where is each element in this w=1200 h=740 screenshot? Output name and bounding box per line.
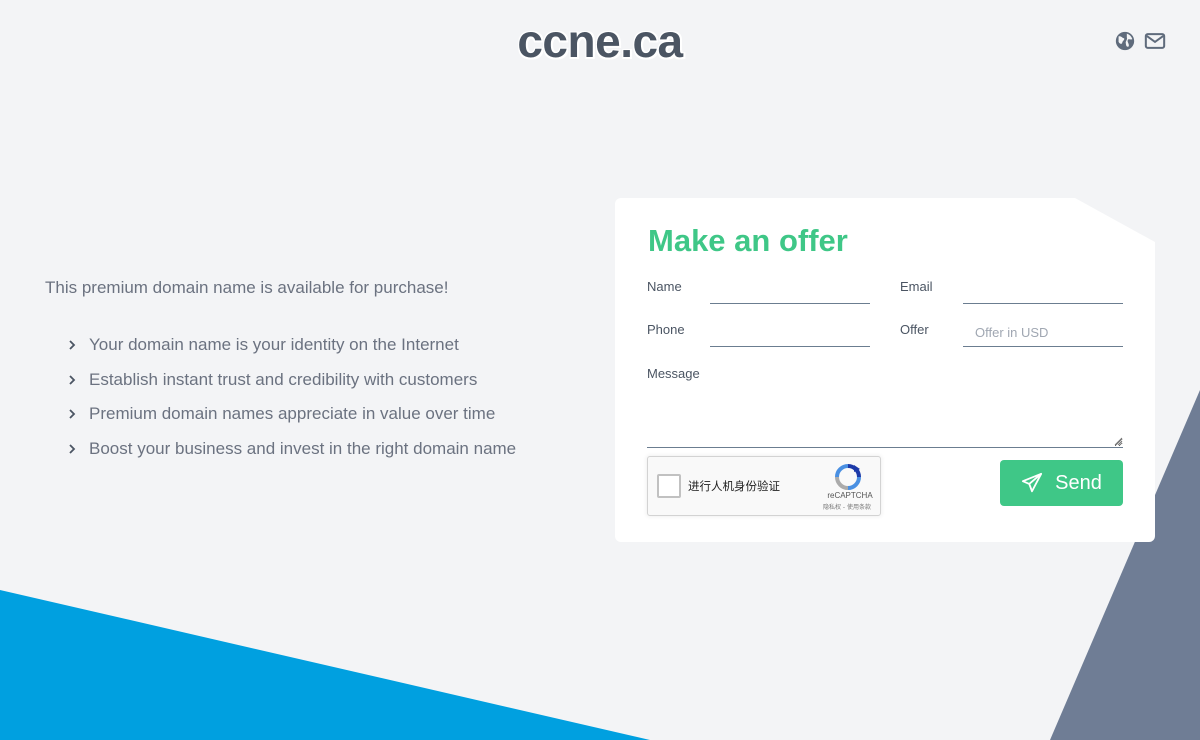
chevron-right-icon bbox=[69, 444, 76, 454]
recaptcha-logo-icon bbox=[835, 464, 861, 490]
offer-form-card: Make an offer Name Email Phone Offer Mes… bbox=[615, 198, 1155, 542]
recaptcha-widget: 进行人机身份验证 reCAPTCHA 隐私权 - 使用条款 bbox=[647, 456, 881, 516]
offer-label: Offer bbox=[900, 322, 929, 337]
feature-text: Boost your business and invest in the ri… bbox=[89, 438, 517, 458]
email-label: Email bbox=[900, 279, 933, 294]
email-input[interactable] bbox=[963, 276, 1123, 304]
feature-item: Boost your business and invest in the ri… bbox=[66, 432, 516, 467]
recaptcha-privacy-terms-links[interactable]: 隐私权 - 使用条款 bbox=[816, 502, 878, 511]
feature-list: Your domain name is your identity on the… bbox=[66, 328, 516, 466]
message-textarea[interactable] bbox=[647, 393, 1123, 448]
header-icons bbox=[1114, 30, 1166, 52]
recaptcha-label: 进行人机身份验证 bbox=[688, 479, 780, 493]
feature-text: Establish instant trust and credibility … bbox=[89, 369, 478, 389]
email-envelope-icon[interactable] bbox=[1144, 30, 1166, 52]
feature-item: Your domain name is your identity on the… bbox=[66, 328, 516, 363]
page: ccne.ca This premium domain name is avai… bbox=[0, 0, 1200, 740]
offer-input[interactable] bbox=[963, 319, 1123, 347]
intro-text: This premium domain name is available fo… bbox=[45, 278, 449, 297]
feature-text: Premium domain names appreciate in value… bbox=[89, 404, 496, 424]
feature-text: Your domain name is your identity on the… bbox=[89, 335, 459, 355]
chevron-right-icon bbox=[69, 340, 76, 350]
phone-input[interactable] bbox=[710, 319, 870, 347]
chevron-right-icon bbox=[69, 375, 76, 385]
recaptcha-checkbox[interactable] bbox=[657, 474, 681, 498]
feature-item: Premium domain names appreciate in value… bbox=[66, 397, 516, 432]
blue-corner-shape bbox=[0, 590, 650, 740]
resize-handle-icon[interactable] bbox=[1113, 436, 1123, 446]
recaptcha-brand: reCAPTCHA bbox=[827, 491, 873, 500]
name-label: Name bbox=[647, 279, 682, 294]
chevron-right-icon bbox=[69, 409, 76, 419]
name-input[interactable] bbox=[710, 276, 870, 304]
message-label: Message bbox=[647, 366, 700, 381]
phone-label: Phone bbox=[647, 322, 685, 337]
paper-plane-icon bbox=[1022, 472, 1043, 493]
feature-item: Establish instant trust and credibility … bbox=[66, 363, 516, 398]
send-button[interactable]: Send bbox=[1000, 460, 1123, 506]
send-button-label: Send bbox=[1055, 471, 1102, 494]
site-title: ccne.ca bbox=[517, 15, 683, 67]
language-globe-icon[interactable] bbox=[1114, 30, 1136, 52]
form-title: Make an offer bbox=[648, 223, 848, 258]
